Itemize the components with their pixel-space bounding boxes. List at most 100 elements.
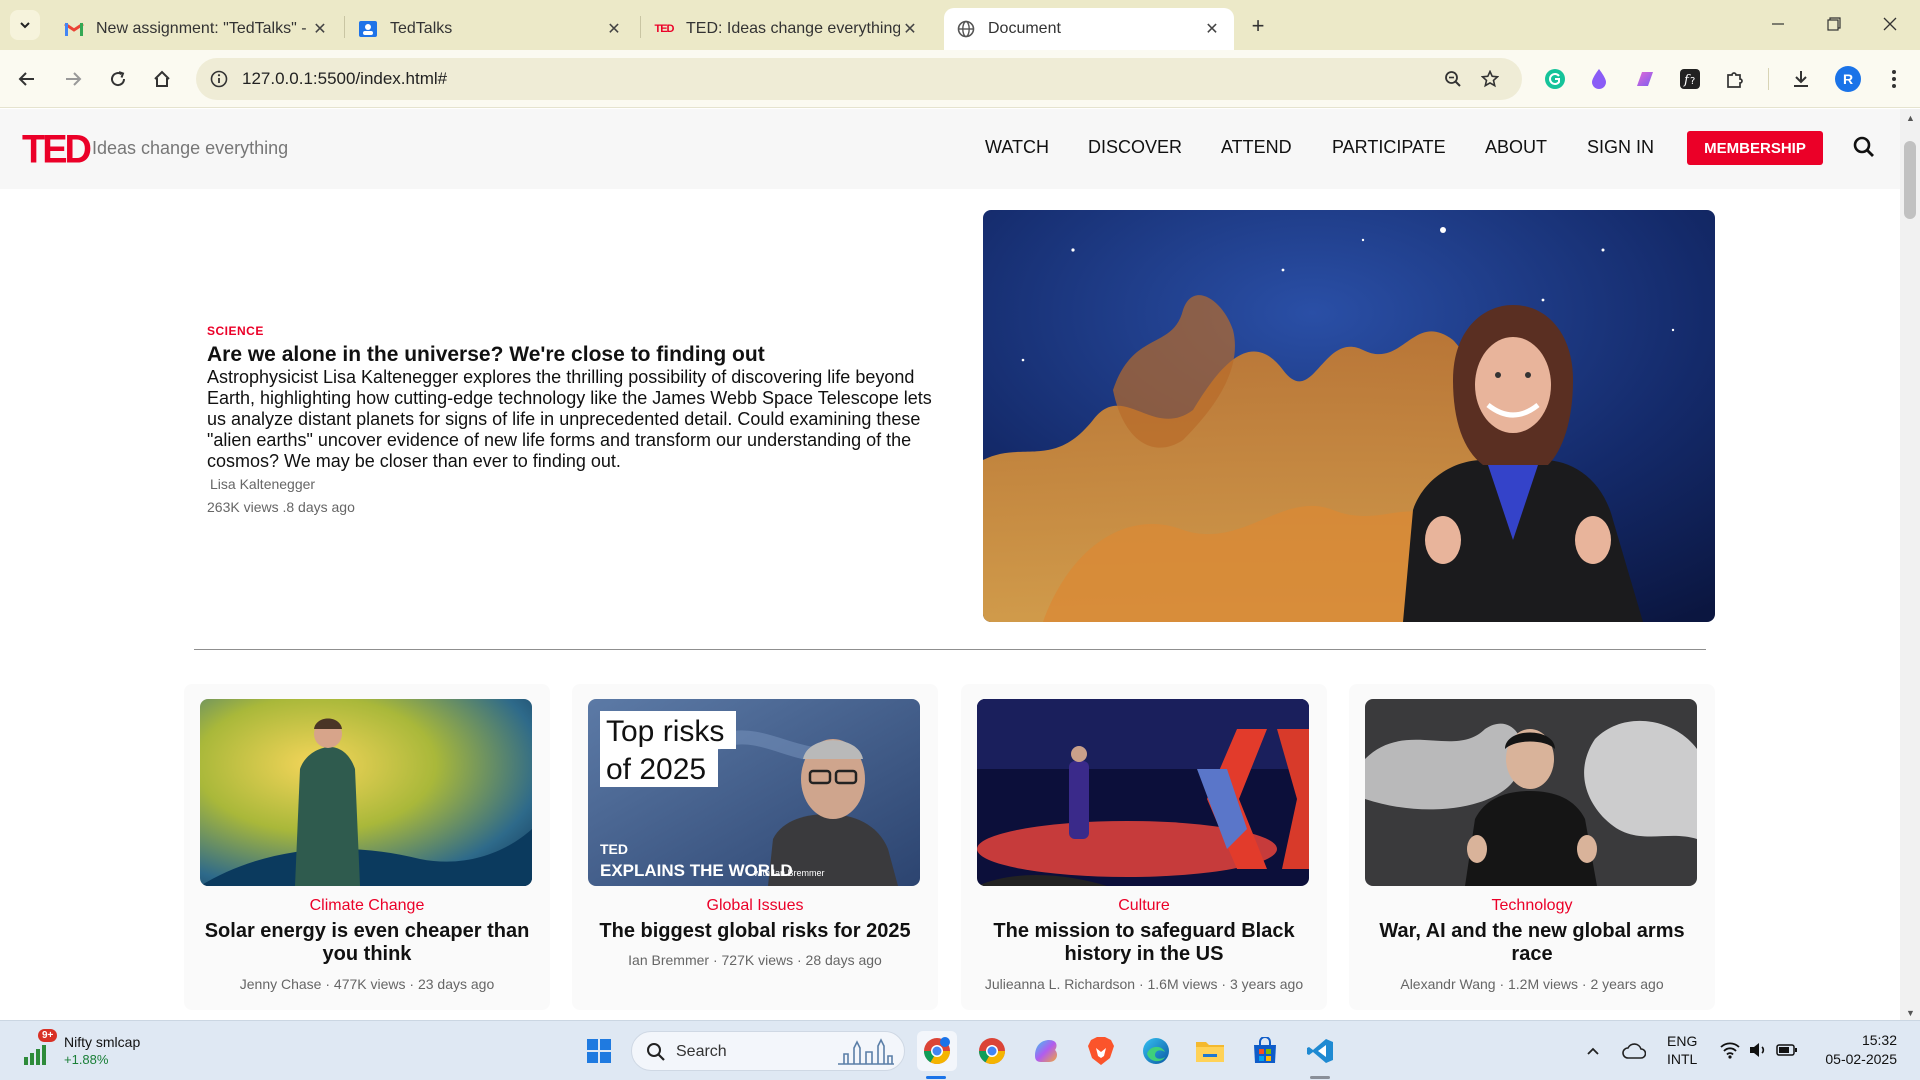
card-meta: Julieanna L. Richardson · 1.6M views · 3… [984, 976, 1304, 992]
back-button[interactable] [12, 64, 42, 94]
gradient-extension[interactable] [1632, 66, 1658, 92]
talk-card[interactable]: Climate Change Solar energy is even chea… [184, 684, 550, 1010]
nav-sign-in[interactable]: SIGN IN [1587, 137, 1654, 158]
taskbar-file-explorer[interactable] [1190, 1031, 1230, 1071]
scroll-thumb[interactable] [1904, 141, 1916, 219]
talk-thumbnail[interactable]: Top risks of 2025 TED EXPLAINS THE WORLD… [588, 699, 920, 886]
forward-button[interactable] [58, 64, 88, 94]
restore-button[interactable] [1814, 8, 1854, 40]
address-bar[interactable]: 127.0.0.1:5500/index.html# [196, 58, 1522, 100]
hero-category[interactable]: SCIENCE [207, 324, 937, 338]
card-title[interactable]: The biggest global risks for 2025 [588, 920, 922, 943]
card-title[interactable]: War, AI and the new global arms race [1365, 920, 1699, 966]
taskbar-vscode[interactable] [1300, 1031, 1340, 1071]
site-search-button[interactable] [1852, 135, 1880, 163]
card-category[interactable]: Global Issues [572, 897, 938, 915]
stock-widget[interactable]: 9+ Nifty smlcap +1.88% [22, 1029, 182, 1071]
ted-logo[interactable]: TED [22, 128, 92, 173]
talk-thumbnail[interactable] [977, 699, 1309, 886]
hero-description: Astrophysicist Lisa Kaltenegger explores… [207, 367, 937, 472]
onedrive-button[interactable] [1614, 1031, 1654, 1071]
black-history-talk-image [977, 699, 1309, 886]
close-window-button[interactable] [1870, 8, 1910, 40]
new-tab-button[interactable]: + [1244, 12, 1272, 40]
fonts-extension[interactable]: f? [1677, 66, 1703, 92]
hero-description-line: Astrophysicist Lisa Kaltenegger explores… [207, 367, 915, 387]
speaker-icon [1750, 1043, 1765, 1057]
talk-thumbnail[interactable] [200, 699, 532, 886]
nav-participate[interactable]: PARTICIPATE [1332, 137, 1446, 158]
hero-image[interactable] [983, 210, 1715, 622]
arrow-left-icon [18, 72, 34, 86]
taskbar-copilot[interactable] [1026, 1031, 1066, 1071]
browser-toolbar: 127.0.0.1:5500/index.html# f? R [0, 50, 1920, 108]
card-category[interactable]: Climate Change [184, 897, 550, 915]
profile-avatar[interactable]: R [1835, 66, 1861, 92]
clock[interactable]: 15:32 05-02-2025 [1815, 1030, 1905, 1072]
hero-author[interactable]: Lisa Kaltenegger [207, 476, 937, 492]
scroll-up-arrow-icon[interactable]: ▲ [1906, 113, 1915, 123]
chrome-icon [923, 1037, 951, 1065]
card-category[interactable]: Culture [961, 897, 1327, 915]
close-icon[interactable]: ✕ [1202, 19, 1222, 39]
search-icon [647, 1043, 665, 1061]
reload-button[interactable] [103, 64, 133, 94]
talk-card[interactable]: Top risks of 2025 TED EXPLAINS THE WORLD… [572, 684, 938, 1010]
taskbar-store[interactable] [1245, 1031, 1285, 1071]
page-scrollbar[interactable]: ▲ ▼ [1900, 109, 1920, 1020]
nav-watch[interactable]: WATCH [985, 137, 1049, 158]
card-title[interactable]: The mission to safeguard Black history i… [977, 920, 1311, 966]
close-icon[interactable]: ✕ [604, 19, 624, 39]
widget-value: +1.88% [64, 1052, 109, 1067]
hero-title[interactable]: Are we alone in the universe? We're clos… [207, 343, 937, 367]
language-indicator[interactable]: ENG INTL [1664, 1031, 1704, 1071]
taskbar-brave[interactable] [1081, 1031, 1121, 1071]
nav-about[interactable]: ABOUT [1485, 137, 1547, 158]
scroll-down-arrow-icon[interactable]: ▼ [1906, 1008, 1915, 1018]
start-button[interactable] [579, 1031, 619, 1071]
membership-button[interactable]: MEMBERSHIP [1687, 131, 1823, 165]
nav-discover[interactable]: DISCOVER [1088, 137, 1182, 158]
notification-badge: 9+ [38, 1029, 58, 1042]
tab-ted-home[interactable]: TED TED: Ideas change everything ✕ [642, 8, 932, 50]
minimize-button[interactable] [1758, 8, 1798, 40]
chevron-up-icon [1587, 1047, 1599, 1055]
tab-tedtalks-classroom[interactable]: TedTalks ✕ [346, 8, 636, 50]
card-category[interactable]: Technology [1349, 897, 1715, 915]
extensions-button[interactable] [1722, 66, 1748, 92]
grammarly-extension[interactable] [1542, 66, 1568, 92]
card-title[interactable]: Solar energy is even cheaper than you th… [200, 920, 534, 966]
browser-menu-button[interactable] [1881, 66, 1907, 92]
windows-logo-icon [587, 1039, 611, 1063]
language-code: ENG [1667, 1033, 1698, 1049]
site-info-button[interactable] [204, 64, 234, 94]
close-icon[interactable]: ✕ [900, 19, 920, 39]
taskbar-edge[interactable] [1136, 1031, 1176, 1071]
toolbar-separator [1768, 68, 1769, 90]
taskbar-chrome-profile[interactable] [917, 1031, 957, 1071]
talk-thumbnail[interactable] [1365, 699, 1697, 886]
hero-description-line: Earth, highlighting how cutting-edge tec… [207, 388, 932, 408]
system-status-tray[interactable] [1716, 1037, 1806, 1065]
nav-attend[interactable]: ATTEND [1221, 137, 1292, 158]
taskbar-search[interactable]: Search [631, 1031, 905, 1071]
url-text[interactable]: 127.0.0.1:5500/index.html# [242, 69, 447, 89]
home-button[interactable] [147, 64, 177, 94]
tab-search-button[interactable] [10, 10, 40, 40]
tab-gmail[interactable]: New assignment: "TedTalks" - st ✕ [52, 8, 342, 50]
ai-arms-race-talk-image [1365, 699, 1697, 886]
chrome-icon [978, 1038, 1006, 1065]
close-icon[interactable]: ✕ [310, 19, 330, 39]
talk-card[interactable]: Culture The mission to safeguard Black h… [961, 684, 1327, 1010]
zoom-button[interactable] [1440, 66, 1466, 92]
cloud-icon [1622, 1043, 1646, 1059]
taskbar-chrome[interactable] [972, 1031, 1012, 1071]
drop-extension[interactable] [1586, 66, 1612, 92]
bookmark-button[interactable] [1477, 66, 1503, 92]
open-app-indicator [1310, 1076, 1330, 1079]
talk-card[interactable]: Technology War, AI and the new global ar… [1349, 684, 1715, 1010]
downloads-button[interactable] [1788, 66, 1814, 92]
vscode-icon [1307, 1039, 1333, 1063]
tab-document[interactable]: Document ✕ [944, 8, 1234, 50]
show-hidden-icons-button[interactable] [1573, 1031, 1613, 1071]
